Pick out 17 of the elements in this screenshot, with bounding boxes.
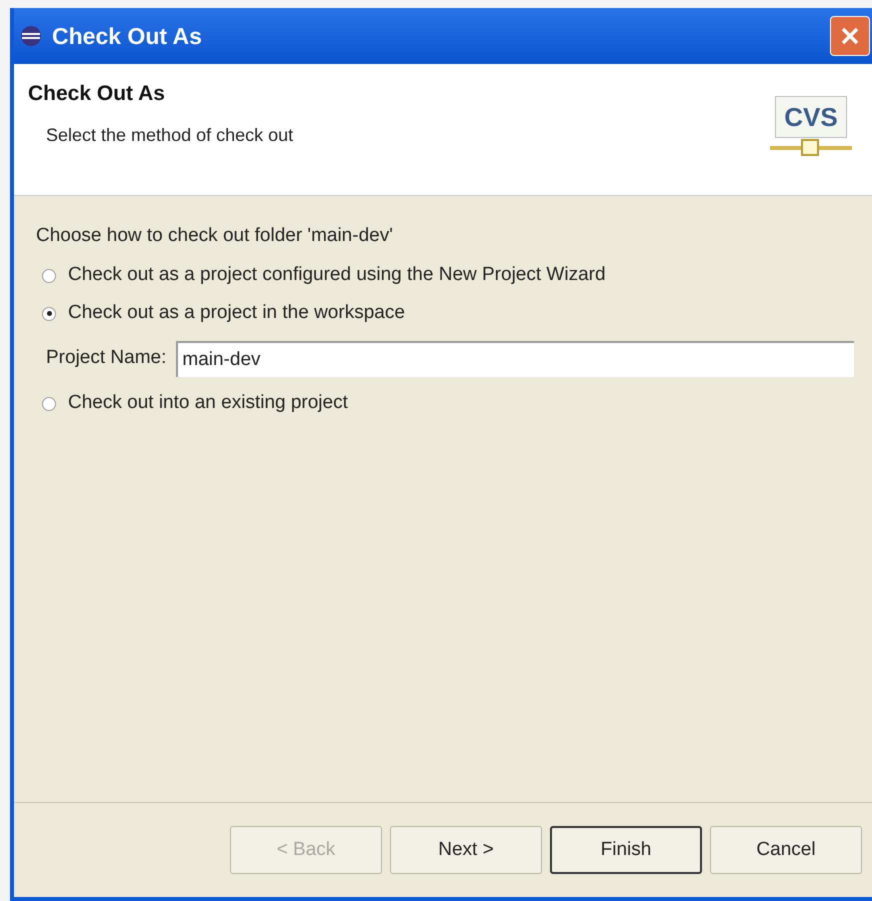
close-icon xyxy=(840,26,860,46)
prompt-text: Choose how to check out folder 'main-dev' xyxy=(36,224,394,248)
radio-label: Check out into an existing project xyxy=(68,391,348,416)
dialog-button[interactable]: Cancel xyxy=(710,826,862,874)
radio-label: Check out as a project configured using the New Project Wizard xyxy=(68,263,606,288)
page-subtitle: Select the method of check out xyxy=(46,124,294,146)
close-button[interactable] xyxy=(830,16,870,56)
radio-button[interactable] xyxy=(42,306,56,320)
field-label: Project Name: xyxy=(46,346,166,370)
dialog-button[interactable]: Finish xyxy=(550,826,702,874)
radio-button[interactable] xyxy=(42,268,56,282)
page-title: Check Out As xyxy=(28,81,166,107)
radio-label: Check out as a project in the workspace xyxy=(68,301,405,326)
project-name-field[interactable]: main-dev xyxy=(176,340,854,376)
dialog-button[interactable]: Next > xyxy=(390,826,542,874)
radio-button[interactable] xyxy=(42,396,56,410)
window-title: Check Out As xyxy=(52,22,202,51)
